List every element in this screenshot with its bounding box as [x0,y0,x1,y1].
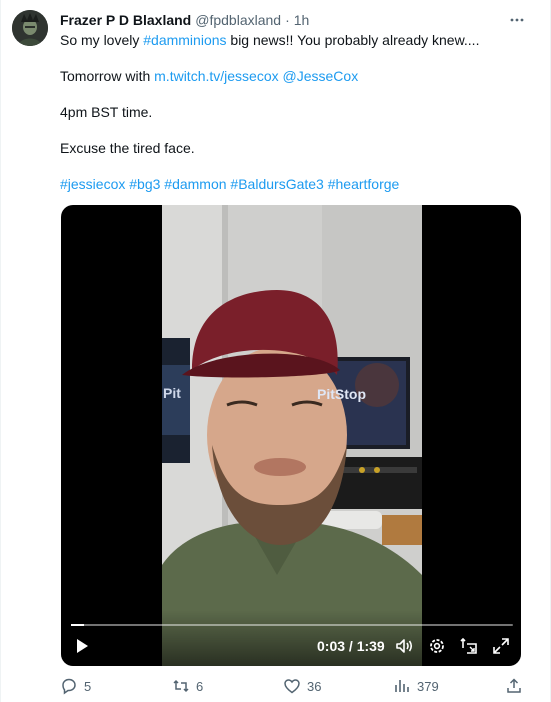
separator-dot: · [285,12,290,28]
timestamp[interactable]: 1h [294,12,310,28]
repost-button[interactable]: 6 [172,676,203,696]
text-segment: So my lovely [60,32,144,48]
time-readout: 0:03 / 1:39 [317,638,385,654]
volume-button[interactable] [394,636,414,656]
repost-icon [173,679,189,693]
pip-button[interactable] [459,636,479,656]
tweet-hashtags[interactable]: #jessiecox #bg3 #dammon #BaldursGate3 #h… [60,175,530,193]
progress-fill [71,624,85,626]
settings-button[interactable] [427,636,447,656]
avatar-image [12,10,48,46]
play-icon [77,639,88,653]
like-button[interactable]: 36 [283,676,321,696]
text-segment: big news!! You probably already knew.... [226,32,480,48]
avatar[interactable] [12,10,48,46]
fullscreen-icon [493,638,509,654]
more-options-button[interactable] [507,10,527,30]
mention-jessecox[interactable]: @JesseCox [283,68,359,84]
reply-icon [62,678,76,695]
more-icon [510,18,524,22]
pip-icon [460,637,477,654]
screen-text-left: Pit [163,385,181,401]
views-count: 379 [417,678,439,694]
like-icon [284,679,300,694]
text-segment: Tomorrow with [60,68,155,84]
progress-bar[interactable] [71,624,513,626]
video-frame [162,205,422,666]
tweet-line-2: Tomorrow with m.twitch.tv/jessecox @Jess… [60,67,530,85]
tweet-text: So my lovely #damminions big news!! You … [60,31,530,193]
settings-icon [430,639,444,653]
twitch-link[interactable]: m.twitch.tv/jessecox [154,68,278,84]
share-button[interactable] [505,676,523,696]
tweet-header: Frazer P D Blaxland @fpdblaxland · 1h [60,10,511,30]
views-icon [395,680,409,692]
share-icon [507,678,521,693]
left-border [0,0,1,702]
author-handle[interactable]: @fpdblaxland [195,12,281,28]
volume-icon [396,639,413,653]
tweet-line-1: So my lovely #damminions big news!! You … [60,31,530,49]
reply-button[interactable]: 5 [60,676,91,696]
reply-count: 5 [84,678,92,694]
screen-text-right: PitStop [317,386,366,402]
repost-count: 6 [196,678,204,694]
video-controls: 0:03 / 1:39 [61,610,521,666]
video-player[interactable]: PitStop Pit 0:03 / 1:39 [61,205,521,666]
tweet-line-4: Excuse the tired face. [60,140,195,156]
fullscreen-button[interactable] [491,636,511,656]
hashtag-damminions[interactable]: #damminions [143,32,226,48]
views-button[interactable]: 379 [393,676,439,696]
like-count: 36 [307,678,322,694]
play-button[interactable] [73,637,91,655]
action-bar: 5 6 36 379 [60,676,528,698]
author-name[interactable]: Frazer P D Blaxland [60,12,191,28]
tweet-line-3: 4pm BST time. [60,104,153,120]
